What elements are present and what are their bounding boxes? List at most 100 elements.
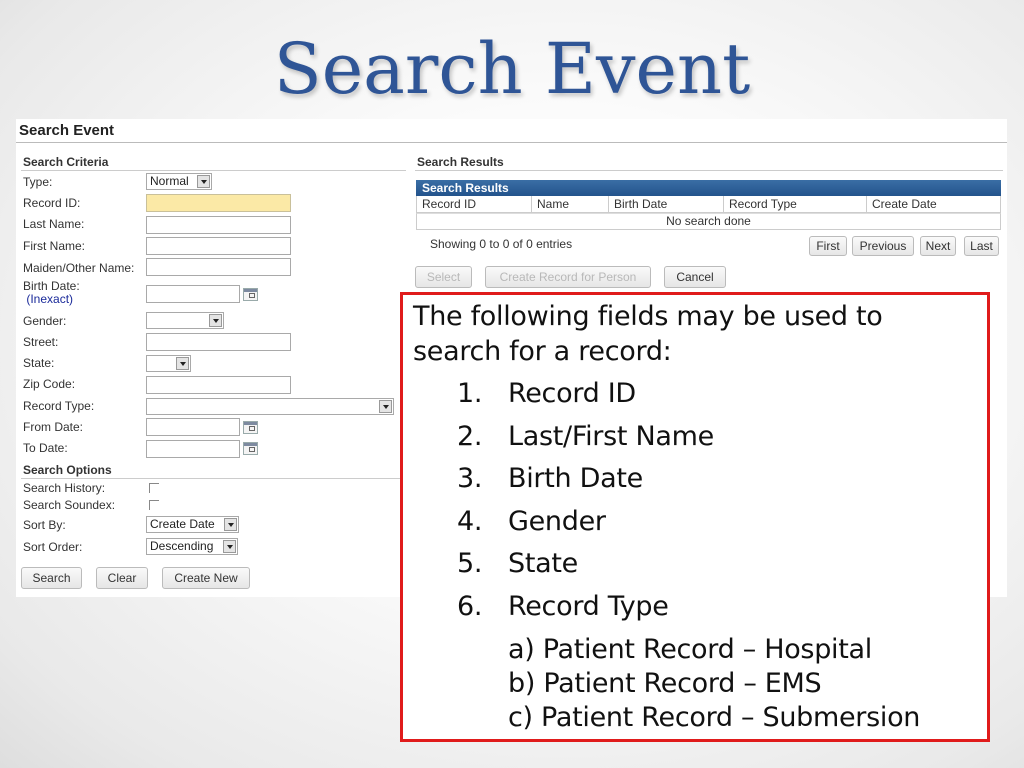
results-divider — [415, 170, 1003, 171]
column-header[interactable]: Record Type — [724, 196, 867, 212]
first-name-label: First Name: — [23, 239, 86, 253]
chevron-down-icon — [224, 518, 237, 531]
birth-date-input[interactable] — [146, 285, 240, 303]
calendar-icon[interactable] — [243, 288, 258, 301]
slide-title: Search Event — [273, 28, 751, 110]
first-page-button[interactable]: First — [809, 236, 847, 256]
results-empty-row: No search done — [416, 213, 1001, 230]
list-number: 5. — [457, 548, 483, 579]
list-item: 2. Last/First Name — [403, 420, 987, 454]
sort-by-label: Sort By: — [23, 518, 66, 532]
select-button[interactable]: Select — [415, 266, 472, 288]
column-header[interactable]: Record ID — [417, 196, 532, 212]
callout-intro: The following fields may be used to sear… — [413, 299, 883, 369]
search-soundex-label: Search Soundex: — [23, 498, 116, 512]
calendar-icon[interactable] — [243, 421, 258, 434]
maiden-name-label: Maiden/Other Name: — [23, 261, 135, 275]
type-label: Type: — [23, 175, 53, 189]
street-input[interactable] — [146, 333, 291, 351]
birth-date-label-text: Birth Date: — [23, 279, 80, 293]
chevron-down-icon — [176, 357, 189, 370]
sort-order-select[interactable]: Descending — [146, 538, 238, 555]
last-name-input[interactable] — [146, 216, 291, 234]
state-label: State: — [23, 356, 55, 370]
clear-button[interactable]: Clear — [96, 567, 148, 589]
from-date-input[interactable] — [146, 418, 240, 436]
chevron-down-icon — [197, 175, 210, 188]
search-criteria-title: Search Criteria — [23, 155, 109, 169]
from-date-label: From Date: — [23, 420, 84, 434]
search-button[interactable]: Search — [21, 567, 82, 589]
last-name-label: Last Name: — [23, 217, 85, 231]
gender-label: Gender: — [23, 314, 67, 328]
sort-order-value: Descending — [150, 539, 214, 553]
state-select[interactable] — [146, 355, 191, 372]
column-header[interactable]: Birth Date — [609, 196, 724, 212]
search-options-title: Search Options — [23, 463, 112, 477]
to-date-input[interactable] — [146, 440, 240, 458]
results-grid-columns: Record ID Name Birth Date Record Type Cr… — [416, 196, 1001, 213]
list-item: 3. Birth Date — [403, 462, 987, 496]
list-number: 6. — [457, 591, 483, 622]
list-number: 4. — [457, 506, 483, 537]
type-value: Normal — [150, 174, 189, 188]
maiden-name-input[interactable] — [146, 258, 291, 276]
options-divider — [21, 478, 406, 479]
record-id-label: Record ID: — [23, 196, 81, 210]
zip-code-label: Zip Code: — [23, 377, 76, 391]
list-text: Gender — [508, 506, 606, 537]
results-grid-header: Search Results — [416, 180, 1001, 196]
search-soundex-checkbox[interactable] — [149, 500, 159, 510]
gender-select[interactable] — [146, 312, 224, 329]
create-record-for-person-button[interactable]: Create Record for Person — [485, 266, 651, 288]
zip-code-input[interactable] — [146, 376, 291, 394]
birth-date-label: Birth Date: (Inexact) — [23, 280, 80, 306]
to-date-label: To Date: — [23, 441, 68, 455]
sort-by-value: Create Date — [150, 517, 215, 531]
list-number: 2. — [457, 421, 483, 452]
sub-list-item: c) Patient Record – Submersion — [508, 702, 921, 733]
list-text: Record Type — [508, 591, 669, 622]
chevron-down-icon — [223, 540, 236, 553]
sort-order-label: Sort Order: — [23, 540, 83, 554]
record-id-input[interactable] — [146, 194, 291, 212]
record-type-select[interactable] — [146, 398, 394, 415]
calendar-icon[interactable] — [243, 442, 258, 455]
column-header[interactable]: Create Date — [867, 196, 1000, 212]
search-history-label: Search History: — [23, 481, 106, 495]
record-type-label: Record Type: — [23, 399, 95, 413]
search-history-checkbox[interactable] — [149, 483, 159, 493]
list-item: 6. Record Type — [403, 590, 987, 624]
callout-intro-line2: search for a record: — [413, 336, 672, 367]
list-item: 5. State — [403, 547, 987, 581]
list-text: State — [508, 548, 578, 579]
chevron-down-icon — [209, 314, 222, 327]
type-select[interactable]: Normal — [146, 173, 212, 190]
cancel-button[interactable]: Cancel — [664, 266, 726, 288]
previous-page-button[interactable]: Previous — [852, 236, 914, 256]
last-page-button[interactable]: Last — [964, 236, 999, 256]
list-number: 1. — [457, 378, 483, 409]
callout-intro-line1: The following fields may be used to — [413, 301, 883, 332]
column-header[interactable]: Name — [532, 196, 609, 212]
search-results-title: Search Results — [417, 155, 504, 169]
inexact-link[interactable]: (Inexact) — [26, 292, 73, 306]
create-new-button[interactable]: Create New — [162, 567, 250, 589]
list-text: Record ID — [508, 378, 636, 409]
sort-by-select[interactable]: Create Date — [146, 516, 239, 533]
list-text: Birth Date — [508, 463, 643, 494]
next-page-button[interactable]: Next — [920, 236, 956, 256]
list-number: 3. — [457, 463, 483, 494]
street-label: Street: — [23, 335, 59, 349]
sub-list-item: b) Patient Record – EMS — [508, 668, 822, 699]
chevron-down-icon — [379, 400, 392, 413]
criteria-divider — [21, 170, 406, 171]
list-item: 4. Gender — [403, 505, 987, 539]
list-item: 1. Record ID — [403, 377, 987, 411]
callout-box: The following fields may be used to sear… — [400, 292, 990, 742]
first-name-input[interactable] — [146, 237, 291, 255]
list-text: Last/First Name — [508, 421, 714, 452]
page-header: Search Event — [19, 122, 115, 139]
header-divider — [16, 142, 1007, 143]
results-info: Showing 0 to 0 of 0 entries — [430, 237, 573, 251]
